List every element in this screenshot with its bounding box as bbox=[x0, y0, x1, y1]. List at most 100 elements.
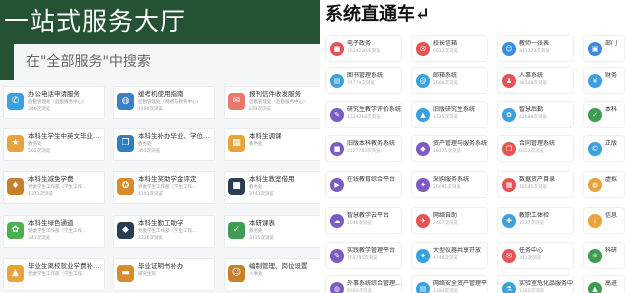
service-card[interactable]: ✓ 本研课表 教务处 3735次浏览 bbox=[224, 215, 320, 248]
service-card-department: 后勤管理处（后勤服务中心） bbox=[249, 100, 308, 105]
mail-icon: ✉ bbox=[228, 93, 245, 110]
system-card[interactable]: ▶ 在线教育综合平台 bbox=[325, 171, 402, 198]
service-card-title: 本科生奖助学金评定 bbox=[138, 175, 197, 183]
system-card[interactable]: ✎ 实践教学管理平台 765795次浏览 bbox=[325, 242, 402, 269]
service-card[interactable]: ✿ 本科生绿色通道 党委学生工作部（学生工作… 343次浏览 bbox=[3, 215, 105, 248]
award-icon: ✪ bbox=[117, 178, 134, 195]
system-card-text: 数据资产目录 18541次浏览 bbox=[519, 176, 573, 191]
service-card-department: 后勤管理处（后勤服务中心） bbox=[28, 100, 87, 105]
system-card[interactable]: ▲ 旧版研究生系统 1325次浏览 bbox=[411, 101, 488, 128]
system-card[interactable]: ⚛ 科研 bbox=[583, 242, 625, 269]
system-card-text: 财务 bbox=[605, 72, 624, 80]
system-card-title: 虚拟 bbox=[605, 176, 618, 183]
system-card[interactable]: ⚗ 实验室危化品服务中… 1180次浏览 bbox=[497, 275, 574, 293]
service-card[interactable]: ▬ 毕业证明书补办 研究生院 bbox=[113, 258, 215, 291]
system-card-title: 校长信箱 bbox=[433, 40, 458, 47]
service-card-text: 报刊信件收发服务 后勤管理处（后勤服务中心） 224次浏览 bbox=[249, 90, 320, 113]
research-icon: ⚛ bbox=[588, 249, 602, 263]
service-card-views: 502次浏览 bbox=[28, 149, 51, 154]
system-card-views: 74779次浏览 bbox=[347, 81, 375, 86]
system-card[interactable]: ❐ 合同管理系统 6353次浏览 bbox=[497, 135, 574, 162]
health-icon: ✚ bbox=[502, 214, 516, 228]
system-card[interactable]: ▲ 高进 bbox=[583, 275, 625, 293]
system-card[interactable]: ✚ 教职工体检 1737次浏览 bbox=[497, 207, 574, 234]
system-card-text: 旧版研究生系统 1325次浏览 bbox=[433, 106, 487, 121]
system-card[interactable]: ▤ 网络安全资产管理平台 1184次浏览 bbox=[411, 275, 488, 293]
system-card[interactable]: ■ 电子政务 1634220次浏览 bbox=[325, 35, 402, 62]
system-card-text: 教师一张表 311328次浏览 bbox=[519, 40, 573, 55]
system-card[interactable]: © 正版 bbox=[583, 135, 625, 162]
service-card[interactable]: ◍ 缓考机使用指南 后勤管理处（网络与教育中心） 1490次浏览 bbox=[113, 86, 215, 119]
system-card-title: 网络安全资产管理平台 bbox=[433, 280, 488, 287]
system-card[interactable]: ✦ 采购服务系统 20091次浏览 bbox=[411, 171, 488, 198]
system-card-title: 合同管理系统 bbox=[519, 140, 556, 147]
data-icon: ▦ bbox=[502, 178, 516, 192]
system-card[interactable]: ■ 旧版本科教务系统 2127783次浏览 bbox=[325, 135, 402, 162]
system-card-text: 图书管理系统 74779次浏览 bbox=[347, 72, 401, 87]
shield-icon: ♦ bbox=[7, 178, 24, 195]
search-input[interactable] bbox=[14, 44, 320, 80]
phone-icon: ✆ bbox=[7, 93, 24, 110]
system-card-title: 资产管理与服务系统 bbox=[433, 140, 488, 147]
undergrad-icon: ✓ bbox=[588, 108, 602, 122]
system-card-text: 采购服务系统 20091次浏览 bbox=[433, 176, 487, 191]
system-card-title: 科研 bbox=[605, 247, 618, 254]
form-icon: ☺ bbox=[502, 42, 516, 56]
system-card[interactable]: ☁ 智慧教学云平台 1540次浏览 bbox=[325, 207, 402, 234]
service-card[interactable]: ✉ 报刊信件收发服务 后勤管理处（后勤服务中心） 224次浏览 bbox=[224, 86, 320, 119]
service-card[interactable]: ■ 本科生教室借用 教务处 3743次浏览 bbox=[224, 171, 320, 204]
system-card[interactable]: @ 邮箱系统 2008次浏览 bbox=[411, 67, 488, 94]
system-card[interactable]: ✓ 本科 bbox=[583, 101, 625, 128]
system-card[interactable]: ✈ 网络自助 2407次浏览 bbox=[411, 207, 488, 234]
system-card-views: 6932次浏览 bbox=[433, 49, 458, 54]
system-card[interactable]: ▤ 图书管理系统 74779次浏览 bbox=[325, 67, 402, 94]
system-card[interactable]: ◍ 虚拟 bbox=[583, 171, 625, 198]
network-icon: ✈ bbox=[416, 214, 430, 228]
service-card[interactable]: ✪ 本科生奖助学金评定 党委学生工作部（学生工作… 4191次浏览 bbox=[113, 171, 215, 204]
system-card-title: 任务中心 bbox=[519, 247, 544, 254]
system-card[interactable]: ¥ 财务 bbox=[583, 67, 625, 94]
system-card-title: 网络自助 bbox=[433, 212, 458, 219]
service-card[interactable]: ★ 本科生学生中英文毕业… 教务处 502次浏览 bbox=[3, 128, 105, 161]
service-card-title: 缓考机使用指南 bbox=[138, 90, 184, 98]
education-icon: ▶ bbox=[330, 178, 344, 192]
system-card[interactable]: ✉ 校长信箱 6932次浏览 bbox=[411, 35, 488, 62]
system-card-title: 智慧教学云平台 bbox=[347, 212, 390, 219]
system-card-title: 教职工体检 bbox=[519, 212, 550, 219]
system-card[interactable]: ◆ 资产管理与服务系统 18375次浏览 bbox=[411, 135, 488, 162]
system-card-text: 在线教育综合平台 bbox=[347, 176, 401, 184]
service-card-department: 党委学生工作部（学生工作… bbox=[28, 185, 87, 190]
foreign-affairs-icon: ◍ bbox=[330, 282, 344, 293]
service-card[interactable]: ▦ 本科生调课 教务处 bbox=[224, 128, 320, 161]
purchase-icon: ✦ bbox=[416, 178, 430, 192]
system-card[interactable]: ✦ 大型仪器共享开放 4744次浏览 bbox=[411, 242, 488, 269]
system-card-text: 校长信箱 6932次浏览 bbox=[433, 40, 487, 55]
email-icon: @ bbox=[416, 74, 430, 88]
system-card-title: 教师一张表 bbox=[519, 40, 550, 47]
system-card[interactable]: ◍ 外事系统综合管理… 8390次浏览 bbox=[325, 275, 402, 293]
system-card[interactable]: ✿ 智慧后勤 42688次浏览 bbox=[497, 101, 574, 128]
service-card[interactable]: ◆ 本科生勤工助学 党委学生工作部（学生工作… 3336次浏览 bbox=[113, 215, 215, 248]
system-card[interactable]: ✉ 任务中心 312次浏览 bbox=[497, 242, 574, 269]
system-card-text: 教职工体检 1737次浏览 bbox=[519, 212, 573, 227]
system-card[interactable]: ☺ 教师一张表 311328次浏览 bbox=[497, 35, 574, 62]
service-card[interactable]: ♦ 本科生减免学费 党委学生工作部（学生工作… 1371次浏览 bbox=[3, 171, 105, 204]
service-card[interactable]: ❐ 本科生补办毕业、学位… 教务处 355次浏览 bbox=[113, 128, 215, 161]
service-card-title: 编制管理、岗位设置 bbox=[249, 262, 308, 270]
system-card[interactable]: ♟ 人事系统 38148次浏览 bbox=[497, 67, 574, 94]
service-card-title: 本科生教室借用 bbox=[249, 175, 295, 183]
system-card[interactable]: ▣ 部门 bbox=[583, 35, 625, 62]
system-shortcut-panel: 系统直通车↵ ■ 电子政务 1634220次浏览 ✉ 校长信箱 6932次浏览 ☺ 教师一张表… bbox=[320, 0, 625, 293]
service-card[interactable]: ▲ 毕业生离校就业学费补… 党委学生工作部（学生工作… bbox=[3, 258, 105, 291]
system-card-views: 1540次浏览 bbox=[347, 221, 372, 226]
practice-icon: ✎ bbox=[330, 249, 344, 263]
system-card-title: 外事系统综合管理… bbox=[347, 280, 402, 287]
system-card[interactable]: ✎ 研究生教学评价系统 1534218次浏览 bbox=[325, 101, 402, 128]
system-card-text: 智慧教学云平台 1540次浏览 bbox=[347, 212, 401, 227]
service-card[interactable]: ☺ 编制管理、岗位设置 人事处 bbox=[224, 258, 320, 291]
system-card[interactable]: ▦ 数据资产目录 18541次浏览 bbox=[497, 171, 574, 198]
system-card[interactable]: i 信息 bbox=[583, 207, 625, 234]
service-card[interactable]: ✆ 办公电话申请服务 后勤管理处（后勤服务中心） 346次浏览 bbox=[3, 86, 105, 119]
system-card-text: 高进 bbox=[605, 280, 624, 288]
leaf-icon: ✿ bbox=[7, 222, 24, 239]
